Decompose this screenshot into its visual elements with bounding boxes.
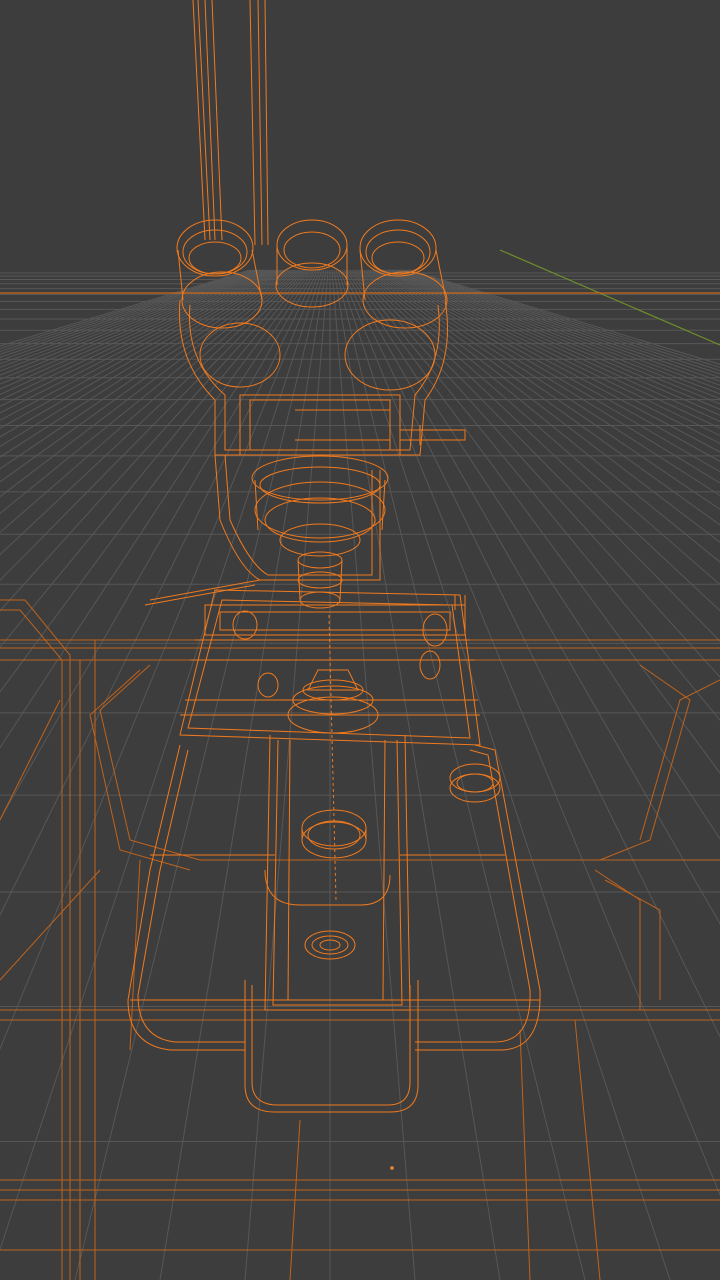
origin-point (390, 1166, 394, 1170)
wireframe-scene[interactable] (0, 0, 720, 1280)
3d-viewport[interactable] (0, 0, 720, 1280)
